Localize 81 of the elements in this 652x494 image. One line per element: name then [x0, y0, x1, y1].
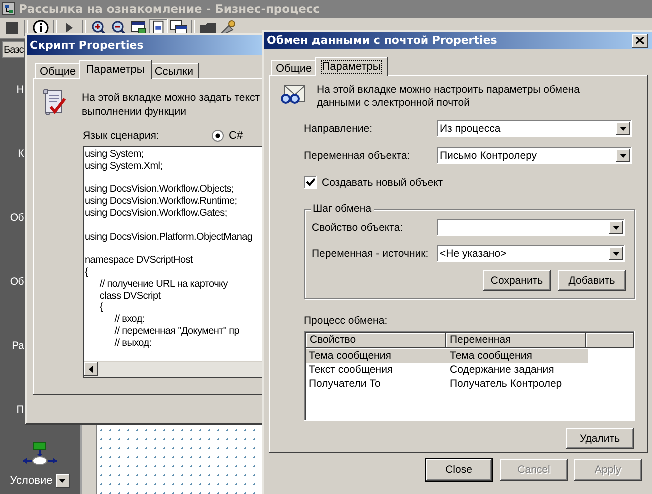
table-cell-text: Текст сообщения — [308, 363, 394, 377]
close-icon — [636, 37, 644, 44]
column-header — [586, 333, 634, 348]
close-button[interactable] — [632, 34, 648, 48]
table-cell-text: Содержание задания — [449, 363, 556, 377]
tab[interactable]: Параметры — [79, 60, 152, 79]
dialog-button[interactable]: Close — [426, 459, 492, 481]
code-line: using DocsVision.Platform.ObjectManag — [85, 232, 254, 244]
field-label: Переменная объекта: — [304, 150, 412, 162]
code-line: class DVScript — [98, 290, 162, 302]
field-label: Язык сценария: — [83, 130, 160, 142]
window-title: Обмен данными с почтой Properties — [267, 34, 498, 47]
window-title: Рассылка на ознакомление - Бизнес-процесс — [19, 2, 320, 16]
column-header[interactable]: Свойство — [306, 333, 446, 348]
combo-box[interactable]: Письмо Контролеру — [437, 147, 632, 164]
description-text: На этой вкладке можно настроить параметры обмена данными с электронной почтой — [317, 84, 581, 110]
code-line: using DocsVision.Workflow.Gates; — [85, 208, 228, 220]
checkbox[interactable] — [304, 176, 317, 189]
list-row[interactable]: Текст сообщения Содержание задания — [306, 363, 588, 377]
caret-icon — [612, 252, 620, 256]
tab[interactable]: Общие — [35, 63, 82, 79]
code-line: using DocsVision.Workflow.Objects; — [85, 184, 235, 196]
code-line: using System.Xml; — [85, 160, 164, 173]
column-header[interactable]: Переменная — [446, 333, 586, 348]
caret-icon — [620, 154, 626, 158]
dropdown-button[interactable] — [56, 474, 70, 488]
field-label: Направление: — [304, 122, 374, 134]
list-view[interactable]: Свойство Переменная Тема сообщения Тема сообщения Текст сообщения Содержание задания Получатели To Получатель Контролер — [304, 331, 635, 421]
group-title: Шаг обмена — [311, 203, 374, 215]
code-editor[interactable] — [83, 146, 263, 378]
push-button[interactable]: Сохранить — [483, 270, 551, 291]
push-button[interactable]: Добавить — [558, 270, 626, 291]
field-label: Переменная - источник: — [312, 248, 430, 260]
combo-box[interactable] — [437, 219, 625, 236]
code-line: // переменная "Документ" пр — [114, 326, 241, 338]
list-row[interactable]: Тема сообщения Тема сообщения — [306, 349, 588, 363]
tab[interactable]: Параметры — [315, 57, 388, 76]
list-row[interactable]: Получатели To Получатель Контролер — [306, 377, 588, 391]
description-text: выполнении функции — [82, 105, 188, 119]
shape-label: Ра — [12, 340, 24, 352]
window-title: Скрипт Properties — [30, 38, 144, 52]
code-line: // выход: — [114, 338, 153, 350]
app-icon — [2, 2, 16, 16]
radio-button[interactable] — [212, 130, 224, 142]
panel-tab[interactable]: Базс — [2, 41, 24, 58]
table-cell-text: Получатель Контролер — [449, 377, 564, 391]
shape-label: Н — [16, 84, 24, 96]
code-line: namespace DVScriptHost — [85, 255, 194, 267]
shape-label: Условие — [10, 475, 53, 487]
radio-label: C# — [229, 130, 244, 142]
shape-label: К — [18, 148, 24, 160]
code-line: // вход: — [114, 314, 146, 326]
code-line: { — [85, 266, 90, 279]
code-line: using System; — [85, 149, 145, 161]
table-cell-text: Получатели To — [308, 377, 382, 391]
list-label: Процесс обмена: — [304, 315, 389, 327]
condition-shape-icon — [22, 442, 58, 468]
horizontal-scrollbar[interactable] — [84, 361, 263, 377]
check-icon — [306, 178, 315, 187]
tab[interactable]: Общие — [271, 60, 318, 76]
caret-icon — [59, 479, 66, 483]
table-cell-text: Тема сообщения — [308, 349, 392, 363]
shape-label: Об — [10, 212, 24, 224]
delete-button[interactable]: Удалить — [566, 428, 634, 449]
code-line: // получение URL на карточку — [98, 278, 230, 291]
envelope-glasses-icon — [280, 84, 306, 106]
field-label: Свойство объекта: — [312, 222, 404, 234]
play-icon — [66, 23, 73, 33]
description-text: На этой вкладке можно задать текст — [82, 91, 260, 105]
checkbox-label: Создавать новый объект — [322, 176, 444, 188]
table-cell-text: Тема сообщения — [449, 349, 534, 363]
caret-icon — [620, 126, 626, 130]
shape-label: Об — [10, 276, 24, 288]
code-line: { — [98, 302, 104, 314]
combo-box[interactable]: Из процесса — [437, 120, 632, 137]
caret-icon — [612, 226, 620, 230]
combo-box[interactable]: <Не указано> — [437, 245, 625, 262]
scroll-left-icon — [89, 366, 93, 372]
code-line: using DocsVision.Workflow.Runtime; — [85, 196, 238, 208]
stop-icon — [6, 22, 18, 34]
shape-label: П — [16, 404, 24, 416]
